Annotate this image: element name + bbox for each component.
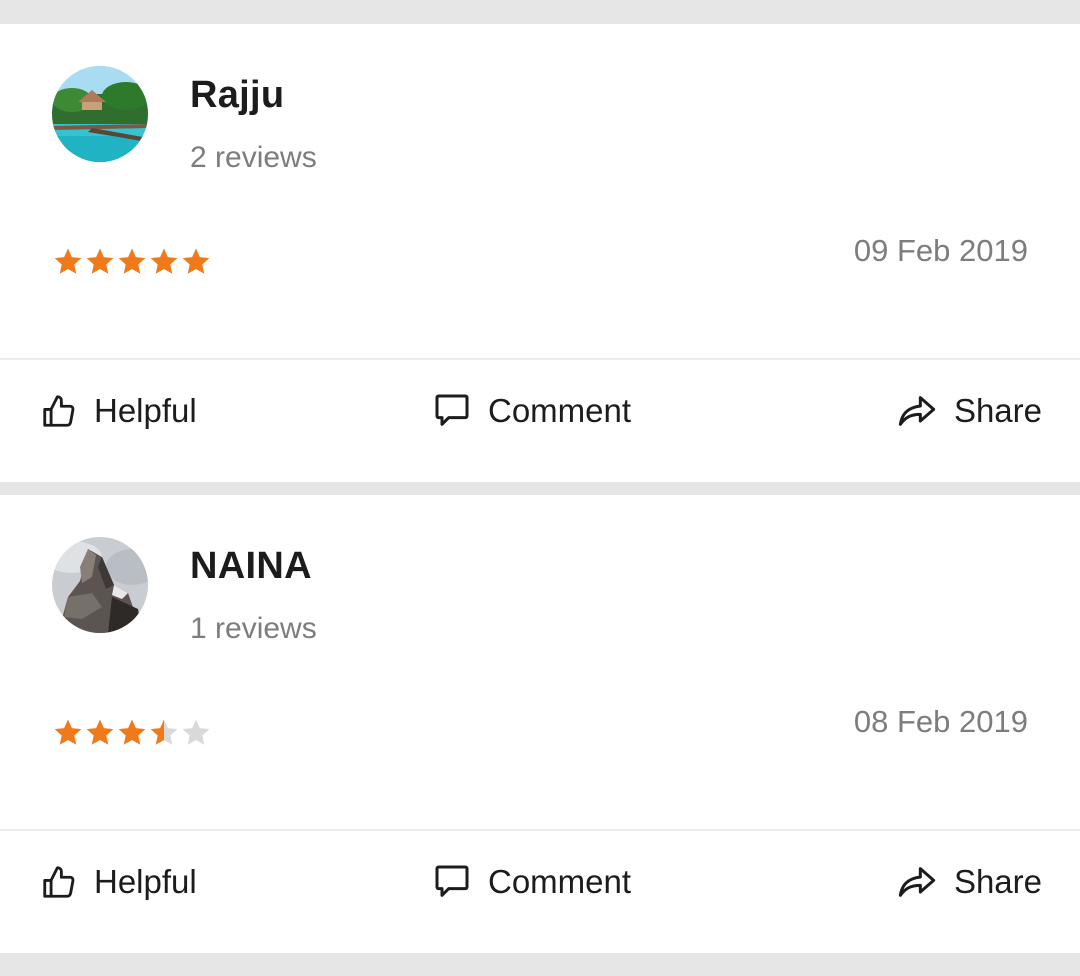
star-icon [150, 719, 178, 745]
beach-resort-photo [52, 66, 148, 162]
review-actions: Helpful Comment Share [0, 831, 1080, 953]
star-icon [182, 248, 210, 274]
star-icon [118, 719, 146, 745]
avatar[interactable] [52, 66, 148, 162]
comment-label: Comment [488, 392, 632, 429]
comment-button[interactable]: Comment [432, 388, 631, 434]
star-icon [150, 248, 178, 274]
review-count: 1 reviews [190, 612, 317, 645]
avatar[interactable] [52, 537, 148, 633]
share-arrow-icon [898, 867, 936, 897]
comment-label: Comment [488, 863, 632, 900]
star-icon [54, 248, 82, 274]
helpful-button[interactable]: Helpful [40, 388, 197, 434]
helpful-label: Helpful [94, 392, 197, 429]
thumbs-up-icon [43, 395, 75, 427]
share-button[interactable]: Share [896, 388, 1042, 434]
thumbs-up-icon [43, 866, 75, 898]
share-button[interactable]: Share [896, 859, 1042, 905]
review-count: 2 reviews [190, 141, 317, 174]
reviewer-name[interactable]: Rajju [190, 74, 284, 117]
helpful-label: Helpful [94, 863, 197, 900]
review-date: 09 Feb 2019 [853, 233, 1028, 268]
review-date: 08 Feb 2019 [853, 704, 1028, 739]
star-icon [118, 248, 146, 274]
star-icon [86, 719, 114, 745]
review-card: Rajju 2 reviews 09 Feb 2019 Helpful Comm… [0, 24, 1080, 482]
share-label: Share [953, 863, 1042, 900]
star-icon [86, 248, 114, 274]
comment-button[interactable]: Comment [432, 859, 631, 905]
star-icon [54, 719, 82, 745]
star-icon [182, 719, 210, 745]
reviewer-name[interactable]: NAINA [190, 545, 312, 588]
star-rating [52, 717, 212, 749]
review-card: NAINA 1 reviews 08 Feb 2019 Helpful Comm… [0, 495, 1080, 953]
comment-bubble-icon [435, 865, 469, 897]
comment-bubble-icon [435, 394, 469, 426]
review-actions: Helpful Comment Share [0, 360, 1080, 482]
helpful-button[interactable]: Helpful [40, 859, 197, 905]
star-rating [52, 246, 212, 278]
share-label: Share [953, 392, 1042, 429]
mountain-peak-photo [52, 537, 148, 633]
share-arrow-icon [898, 396, 936, 426]
reviews-list: Rajju 2 reviews 09 Feb 2019 Helpful Comm… [0, 0, 1080, 976]
